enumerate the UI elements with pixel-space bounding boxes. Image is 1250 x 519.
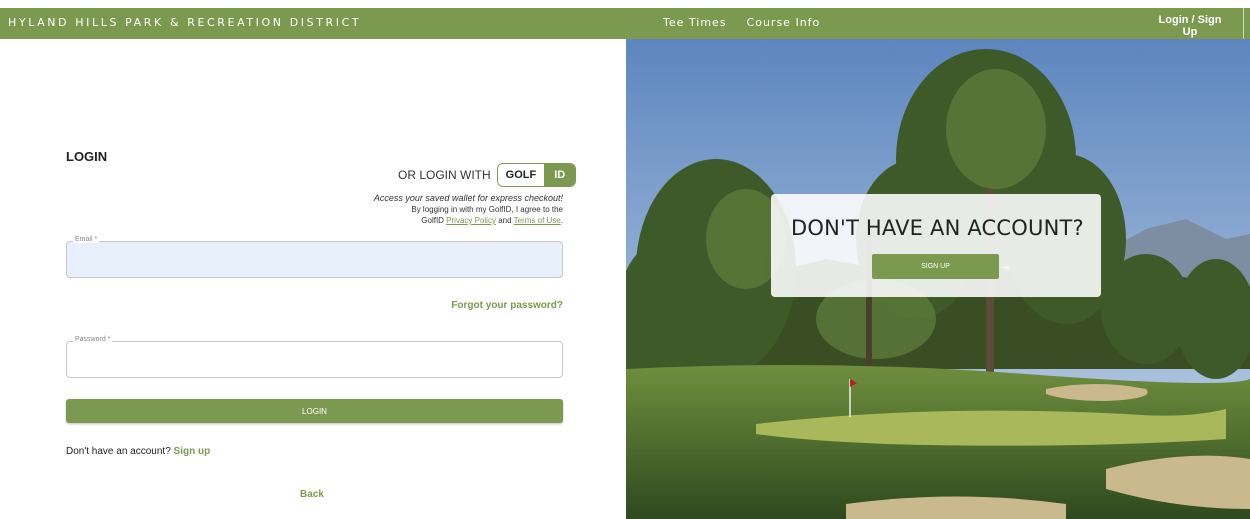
login-heading: LOGIN bbox=[66, 149, 108, 164]
signup-prompt: Don't have an account? Sign up bbox=[66, 446, 210, 457]
nav-divider bbox=[1243, 8, 1244, 39]
terms-of-use-link[interactable]: Terms of Use bbox=[514, 216, 561, 225]
hero-panel: DON'T HAVE AN ACCOUNT? SIGN UP bbox=[626, 39, 1250, 519]
golfid-disclaimer: Access your saved wallet for express che… bbox=[374, 193, 563, 226]
agree-text-line: By logging in with my GolfID, I agree to… bbox=[411, 205, 563, 214]
email-field[interactable]: Email * bbox=[66, 236, 563, 278]
password-field[interactable]: Password * bbox=[66, 336, 563, 378]
promo-signup-button[interactable]: SIGN UP bbox=[872, 254, 999, 279]
email-label: Email * bbox=[73, 236, 100, 243]
agree-links-line: GolfID Privacy Policy and Terms of Use. bbox=[421, 216, 563, 225]
no-account-text: Don't have an account? bbox=[66, 446, 171, 457]
login-button[interactable]: LOGIN bbox=[66, 399, 563, 423]
golfid-logo-right: ID bbox=[544, 164, 576, 186]
nav-tee-times[interactable]: Tee Times bbox=[663, 16, 727, 29]
login-panel: LOGIN OR LOGIN WITH GOLF ID Access your … bbox=[0, 39, 626, 519]
or-login-with-label: OR LOGIN WITH bbox=[398, 168, 491, 182]
signup-promo-card: DON'T HAVE AN ACCOUNT? SIGN UP bbox=[771, 194, 1101, 297]
forgot-password-link[interactable]: Forgot your password? bbox=[451, 300, 563, 311]
access-wallet-text: Access your saved wallet for express che… bbox=[373, 193, 563, 203]
nav-course-info[interactable]: Course Info bbox=[747, 16, 821, 29]
promo-question: DON'T HAVE AN ACCOUNT? bbox=[791, 216, 1084, 240]
golfid-logo-left: GOLF bbox=[497, 164, 545, 186]
top-navigation-bar: HYLAND HILLS PARK & RECREATION DISTRICT … bbox=[0, 8, 1250, 46]
brand-name[interactable]: HYLAND HILLS PARK & RECREATION DISTRICT bbox=[8, 16, 361, 29]
golfid-button[interactable]: GOLF ID bbox=[496, 163, 577, 187]
password-label: Password * bbox=[73, 336, 113, 343]
back-link[interactable]: Back bbox=[300, 489, 324, 500]
privacy-policy-link[interactable]: Privacy Policy bbox=[446, 216, 496, 225]
main-nav: Tee Times Course Info bbox=[663, 16, 820, 29]
signup-link[interactable]: Sign up bbox=[174, 446, 211, 457]
golfid-login-row: OR LOGIN WITH GOLF ID bbox=[398, 163, 577, 187]
